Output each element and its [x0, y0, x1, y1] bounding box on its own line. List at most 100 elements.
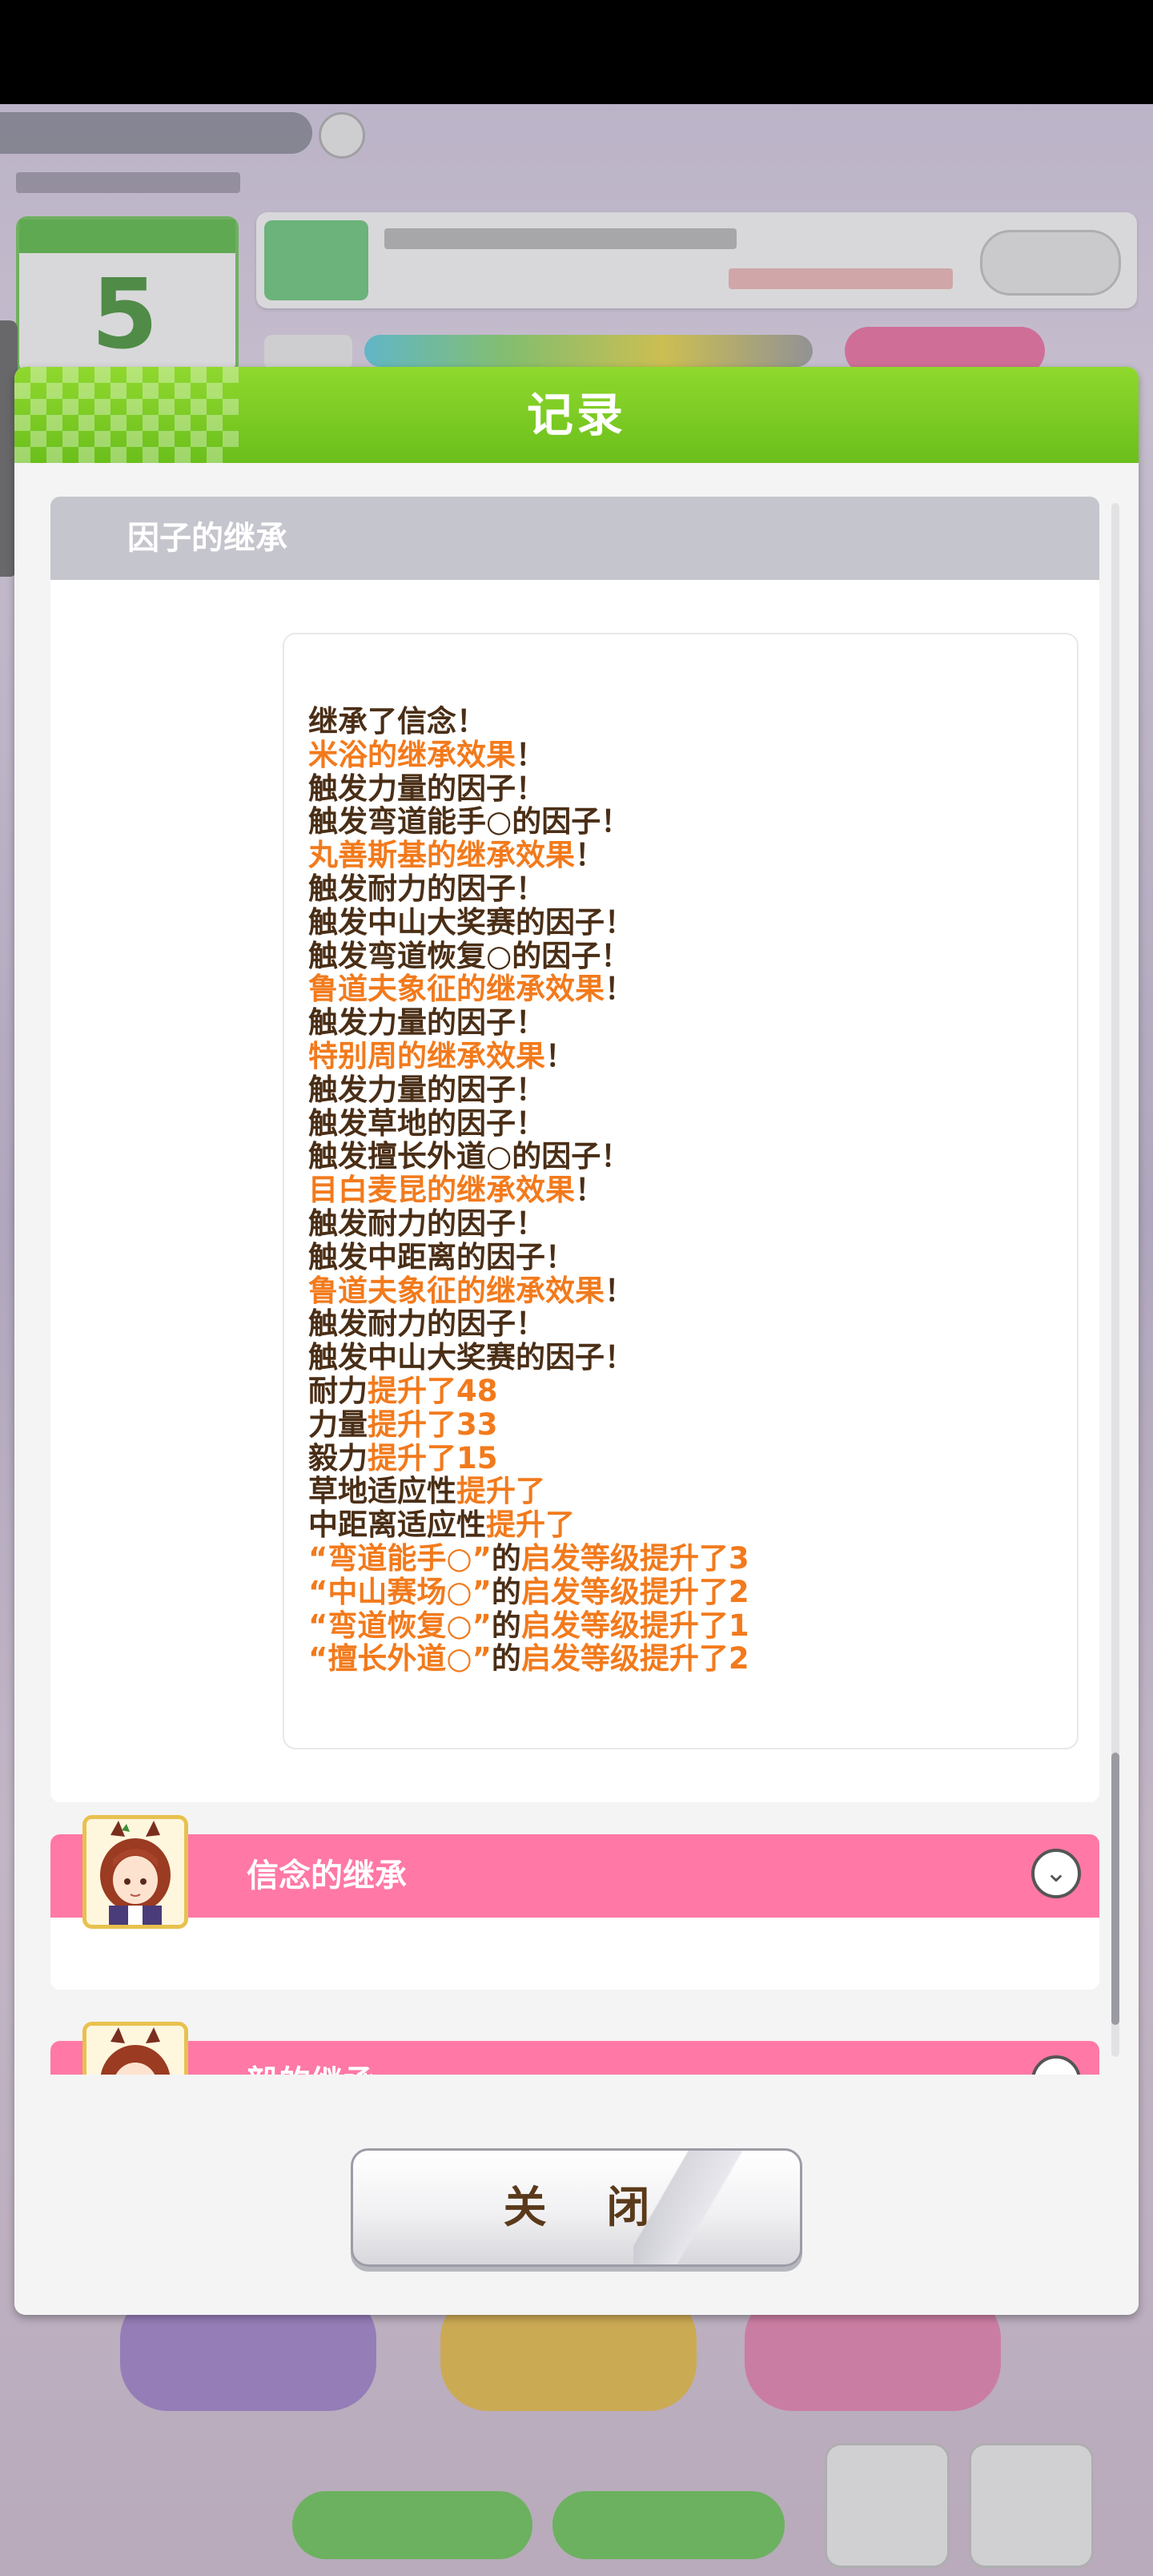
log-highlight-text: 启发等级提升了3 [520, 1540, 749, 1576]
log-line: “弯道能手○”的启发等级提升了3 [308, 1542, 749, 1576]
log-text: ！ [516, 737, 545, 772]
character-avatar [82, 2022, 188, 2075]
dialog-header: 记录 [14, 367, 1139, 463]
accordion-title: 信念的继承 [247, 1858, 407, 1894]
log-line: 触发中山大奖赛的因子！ [308, 904, 749, 940]
log-line: 触发力量的因子！ [308, 1006, 749, 1040]
log-line: 继承了信念！ [308, 705, 749, 739]
log-highlight-text: 特别周的继承效果 [308, 1038, 545, 1073]
log-text: 力量 [308, 1407, 368, 1442]
record-scroll-area[interactable]: 因子的继承 继承了信念！ 米浴的继承效果！ 触发力量的因子！ 触发弯道能手○的因子！丸… [14, 497, 1139, 2075]
inheritance-log: 继承了信念！ 米浴的继承效果！ 触发力量的因子！ 触发弯道能手○的因子！ 丸善斯基的继承… [283, 633, 1079, 1749]
log-line: 耐力提升了48 [308, 1375, 749, 1408]
close-button[interactable]: 关 闭 [351, 2148, 802, 2267]
log-line: “中山赛场○”的启发等级提升了2 [308, 1574, 749, 1609]
log-highlight-text: 米浴的继承效果 [308, 737, 516, 772]
log-line: 目白麦昆的继承效果！ [308, 1173, 749, 1207]
log-line: 触发耐力的因子！ [308, 872, 749, 906]
log-text: 触发中山大奖赛的因子！ [308, 904, 634, 940]
log-highlight-text: “弯道能手○” [308, 1540, 492, 1576]
log-text: ！ [605, 972, 634, 1007]
log-text: 草地适应性 [308, 1474, 456, 1509]
log-highlight-text: “弯道恢复○” [308, 1608, 492, 1643]
log-text: 触发力量的因子！ [308, 771, 545, 806]
scrollbar-thumb[interactable] [1111, 1753, 1119, 2025]
log-text: 的 [491, 1641, 521, 1676]
log-line: 触发力量的因子！ [308, 1073, 749, 1107]
log-line: 中距离适应性提升了 [308, 1508, 749, 1542]
log-text: 毅力 [308, 1440, 368, 1475]
chevron-down-icon[interactable]: ⌄ [1031, 1849, 1081, 1898]
log-line: 触发中距离的因子！ [308, 1239, 749, 1274]
dialog-title: 记录 [526, 388, 626, 442]
log-highlight-text: “中山赛场○” [308, 1574, 492, 1609]
section-title: 因子的继承 [127, 520, 287, 557]
close-button-label: 关 闭 [503, 2182, 673, 2232]
accordion-item[interactable]: 毅的继承 ⌄ [50, 2022, 1099, 2075]
log-highlight-text: 提升了15 [368, 1440, 498, 1475]
log-text: 触发弯道恢复○的因子！ [308, 938, 631, 973]
log-text: 触发耐力的因子！ [308, 871, 545, 906]
log-text: ！ [575, 838, 605, 873]
accordion-header[interactable]: 毅的继承 ⌄ [50, 2041, 1099, 2075]
log-line: 触发弯道恢复○的因子！ [308, 938, 749, 973]
log-line: “擅长外道○”的启发等级提升了2 [308, 1642, 749, 1676]
log-text: 耐力 [308, 1373, 368, 1408]
log-line: 触发耐力的因子！ [308, 1307, 749, 1341]
log-line: 草地适应性提升了 [308, 1475, 749, 1508]
log-text: 继承了信念！ [308, 704, 486, 739]
log-line: 触发草地的因子！ [308, 1105, 749, 1141]
log-line: 丸善斯基的继承效果！ [308, 839, 749, 872]
log-highlight-text: 提升了33 [368, 1407, 498, 1442]
chevron-down-icon[interactable]: ⌄ [1031, 2055, 1081, 2075]
log-line: 力量提升了33 [308, 1407, 749, 1442]
scrollbar[interactable] [1111, 503, 1119, 2057]
log-text: 触发弯道能手○的因子！ [308, 804, 631, 839]
log-text: ！ [545, 1038, 575, 1073]
log-line: 触发中山大奖赛的因子！ [308, 1341, 749, 1375]
accordion-item[interactable]: 信念的继承 ⌄ [50, 1815, 1099, 1990]
log-text: 触发草地的因子！ [308, 1105, 545, 1141]
log-text: 的 [491, 1608, 521, 1643]
log-highlight-text: 启发等级提升了1 [520, 1608, 749, 1643]
log-line: “弯道恢复○”的启发等级提升了1 [308, 1608, 749, 1643]
log-line: 毅力提升了15 [308, 1440, 749, 1475]
record-dialog: 记录 因子的继承 继承了信念！ 米浴的继承效果！ 触发力量的因子！ 触发弯道能手○的因… [14, 367, 1139, 2315]
log-highlight-text: 丸善斯基的继承效果 [308, 838, 575, 873]
log-highlight-text: 鲁道夫象征的继承效果 [308, 972, 605, 1007]
log-line: 触发弯道能手○的因子！ [308, 805, 749, 839]
log-text: 触发力量的因子！ [308, 1005, 545, 1040]
log-highlight-text: 目白麦昆的继承效果 [308, 1173, 575, 1208]
accordion-header[interactable]: 信念的继承 ⌄ [50, 1834, 1099, 1918]
log-text: 触发擅长外道○的因子！ [308, 1139, 631, 1174]
log-highlight-text: 启发等级提升了2 [520, 1574, 749, 1609]
accordion-title: 毅的继承 [247, 2041, 375, 2075]
log-text: 的 [491, 1540, 521, 1576]
section-header: 因子的继承 [50, 497, 1099, 580]
log-highlight-text: 提升了 [486, 1507, 575, 1543]
log-text: 中距离适应性 [308, 1507, 486, 1543]
log-line: 触发力量的因子！ [308, 771, 749, 806]
log-line: 触发擅长外道○的因子！ [308, 1140, 749, 1173]
log-highlight-text: 提升了 [456, 1474, 545, 1509]
factor-inheritance-section: 因子的继承 继承了信念！ 米浴的继承效果！ 触发力量的因子！ 触发弯道能手○的因子！丸… [50, 497, 1099, 1802]
log-text: 触发耐力的因子！ [308, 1306, 545, 1342]
log-highlight-text: 提升了48 [368, 1373, 498, 1408]
log-highlight-text: “擅长外道○” [308, 1641, 492, 1676]
log-text: ！ [605, 1273, 634, 1308]
log-line: 鲁道夫象征的继承效果！ [308, 972, 749, 1006]
log-text: 的 [491, 1574, 521, 1609]
log-line: 米浴的继承效果！ [308, 737, 749, 772]
character-avatar [82, 1815, 188, 1929]
log-line: 特别周的继承效果！ [308, 1040, 749, 1073]
log-line: 触发耐力的因子！ [308, 1207, 749, 1241]
log-text: 触发耐力的因子！ [308, 1205, 545, 1241]
log-text: 触发力量的因子！ [308, 1072, 545, 1107]
log-text: ！ [575, 1173, 605, 1208]
log-line: 鲁道夫象征的继承效果！ [308, 1274, 749, 1308]
log-list: 继承了信念！ 米浴的继承效果！ 触发力量的因子！ 触发弯道能手○的因子！ 丸善斯基的继承… [308, 705, 749, 1676]
log-text: 触发中距离的因子！ [308, 1239, 575, 1274]
log-text: 触发中山大奖赛的因子！ [308, 1340, 634, 1375]
log-highlight-text: 鲁道夫象征的继承效果 [308, 1273, 605, 1308]
log-highlight-text: 启发等级提升了2 [520, 1641, 749, 1676]
